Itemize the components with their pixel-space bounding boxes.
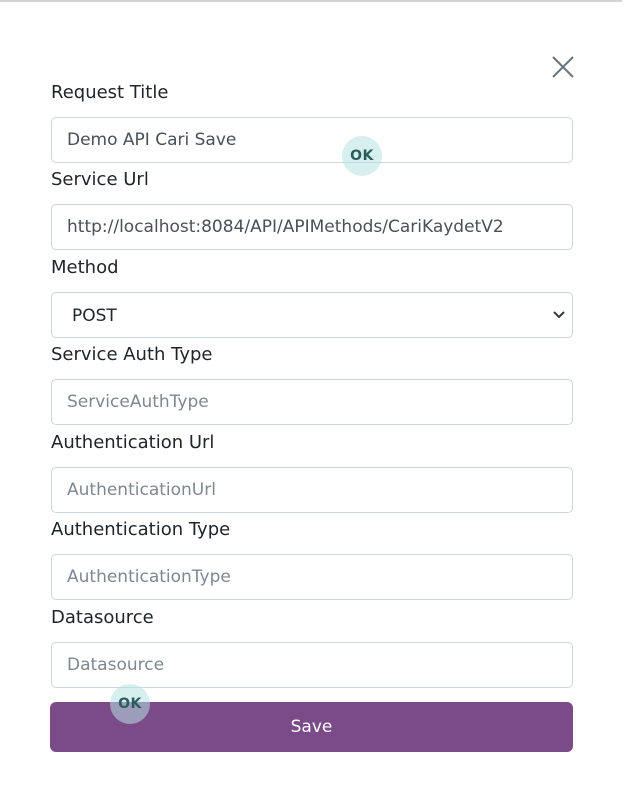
method-selected-value: POST	[72, 306, 117, 326]
service-auth-type-input[interactable]	[51, 379, 573, 425]
service-url-label: Service Url	[51, 169, 149, 190]
close-icon	[552, 56, 574, 78]
request-title-label: Request Title	[51, 82, 169, 103]
datasource-label: Datasource	[51, 607, 154, 628]
method-label: Method	[51, 257, 119, 278]
authentication-type-label: Authentication Type	[51, 519, 231, 540]
datasource-input[interactable]	[51, 642, 573, 688]
service-url-input[interactable]	[51, 204, 573, 250]
close-button[interactable]	[550, 54, 576, 80]
authentication-url-label: Authentication Url	[51, 432, 215, 453]
ok-badge-bottom[interactable]: OK	[110, 684, 150, 724]
authentication-type-input[interactable]	[51, 554, 573, 600]
request-title-input[interactable]	[51, 117, 573, 163]
chevron-down-icon	[553, 311, 565, 318]
authentication-url-input[interactable]	[51, 467, 573, 513]
request-form-modal: Request Title Service Url Method POST Se…	[0, 2, 622, 797]
ok-badge-top[interactable]: OK	[342, 136, 382, 176]
service-auth-type-label: Service Auth Type	[51, 344, 213, 365]
method-select[interactable]: POST	[51, 292, 573, 338]
